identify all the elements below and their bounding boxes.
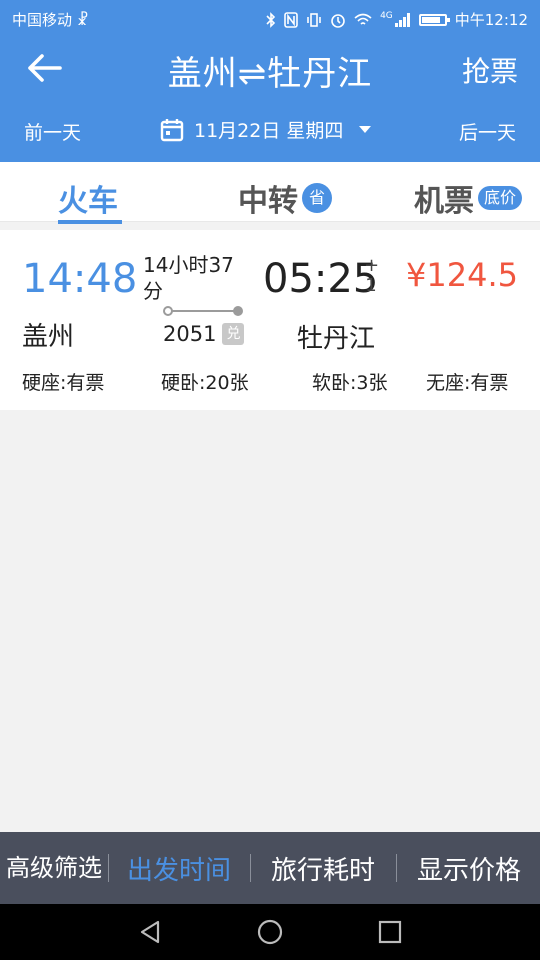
route-start-dot bbox=[163, 306, 173, 316]
seat-standing: 无座:有票 bbox=[426, 372, 509, 394]
tab-badge: 省 bbox=[302, 183, 332, 213]
toolbar-divider bbox=[396, 854, 397, 882]
route-title: 盖州⇌牡丹江 bbox=[167, 54, 373, 94]
bottom-toolbar: 高级筛选 出发时间 旅行耗时 显示价格 bbox=[0, 832, 540, 904]
chevron-down-icon bbox=[359, 126, 372, 133]
alarm-icon bbox=[331, 13, 345, 28]
tab-label: 机票 bbox=[414, 184, 474, 219]
travel-duration: 14小时37分 bbox=[143, 253, 234, 303]
mode-tabs: 火车 中转 省 机票 底价 bbox=[0, 162, 540, 224]
network-label: 4G bbox=[380, 10, 393, 21]
status-icons: 4G 中午12:12 bbox=[266, 9, 528, 30]
active-tab-indicator bbox=[58, 220, 122, 224]
date-picker[interactable]: 11月22日 星期四 bbox=[160, 116, 372, 143]
ticket-price: ¥124.5 bbox=[406, 256, 518, 294]
tab-label: 中转 bbox=[238, 184, 298, 219]
train-result-card[interactable]: 14:48 盖州 14小时37分 2051 兑 05:25 +1 牡丹江 ¥12… bbox=[0, 230, 540, 410]
header-panel: 中国移动 ☧ 4G 中午12:12 盖州⇌牡丹江 抢票 前一天 11月22日 星… bbox=[0, 0, 540, 162]
tab-flight[interactable]: 机票 底价 bbox=[414, 176, 523, 220]
tab-transfer[interactable]: 中转 省 bbox=[238, 176, 332, 220]
arrival-station: 牡丹江 bbox=[297, 324, 376, 354]
show-price-button[interactable]: 显示价格 bbox=[398, 832, 540, 904]
nfc-icon bbox=[284, 11, 298, 28]
route-end-dot bbox=[233, 306, 243, 316]
sort-duration-button[interactable]: 旅行耗时 bbox=[252, 832, 394, 904]
toolbar-divider bbox=[108, 854, 109, 882]
carrier-text: 中国移动 ☧ bbox=[12, 11, 89, 29]
nav-back-icon[interactable] bbox=[136, 918, 164, 946]
next-day-button[interactable]: 后一天 bbox=[459, 118, 516, 145]
vibrate-icon bbox=[307, 12, 321, 27]
tab-train[interactable]: 火车 bbox=[58, 176, 122, 224]
tab-label: 火车 bbox=[58, 184, 118, 219]
title-bar: 盖州⇌牡丹江 抢票 bbox=[0, 36, 540, 100]
wifi-icon bbox=[354, 13, 372, 25]
battery-icon bbox=[418, 13, 450, 26]
day-offset: +1 bbox=[364, 255, 380, 296]
signal-icon bbox=[394, 12, 410, 27]
route-line bbox=[163, 306, 243, 316]
app-root: 中国移动 ☧ 4G 中午12:12 盖州⇌牡丹江 抢票 前一天 11月22日 星… bbox=[0, 0, 540, 960]
seat-hard-sleeper: 硬卧:20张 bbox=[161, 372, 249, 394]
system-nav-bar bbox=[0, 904, 540, 960]
bluetooth-icon bbox=[266, 11, 276, 28]
prev-day-button[interactable]: 前一天 bbox=[24, 118, 81, 145]
battery-fill bbox=[421, 16, 440, 23]
seat-soft-sleeper: 软卧:3张 bbox=[312, 372, 388, 394]
arrival-time: 05:25 bbox=[263, 256, 379, 302]
seat-hard-seat: 硬座:有票 bbox=[22, 372, 105, 394]
sort-departure-button[interactable]: 出发时间 bbox=[110, 832, 248, 904]
nav-home-icon[interactable] bbox=[256, 918, 284, 946]
date-text: 11月22日 星期四 bbox=[194, 120, 344, 142]
train-number: 2051 bbox=[163, 322, 217, 346]
advanced-filter-button[interactable]: 高级筛选 bbox=[0, 832, 108, 904]
tab-badge: 底价 bbox=[478, 186, 523, 210]
toolbar-divider bbox=[250, 854, 251, 882]
status-bar: 中国移动 ☧ 4G 中午12:12 bbox=[0, 0, 540, 36]
route-line-bar bbox=[167, 310, 239, 312]
date-bar: 前一天 11月22日 星期四 后一天 bbox=[0, 104, 540, 154]
redeem-badge: 兑 bbox=[222, 323, 245, 345]
grab-ticket-button[interactable]: 抢票 bbox=[462, 50, 518, 90]
clock-text: 中午12:12 bbox=[454, 11, 528, 29]
departure-station: 盖州 bbox=[22, 322, 75, 352]
departure-time: 14:48 bbox=[22, 256, 138, 302]
train-number-row: 2051 兑 bbox=[163, 322, 245, 346]
nav-recents-icon[interactable] bbox=[376, 918, 404, 946]
calendar-icon bbox=[160, 118, 184, 141]
